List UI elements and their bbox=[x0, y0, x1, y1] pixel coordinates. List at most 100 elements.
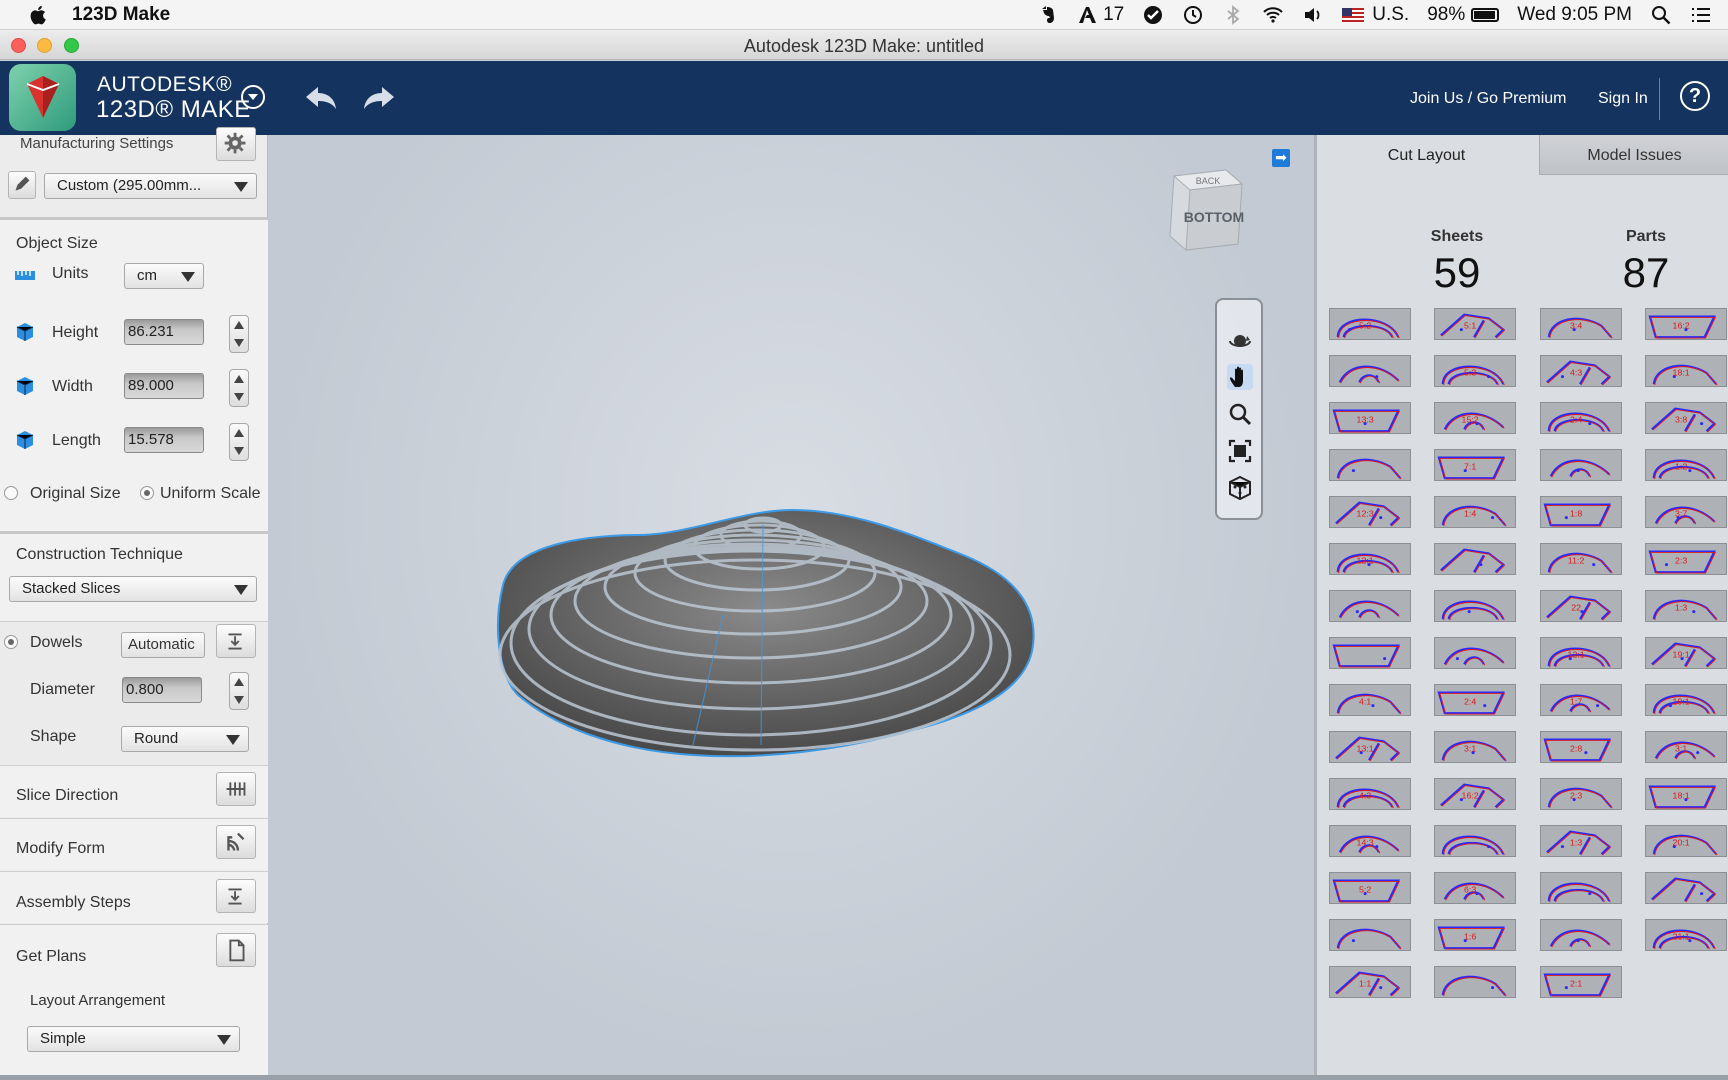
units-select[interactable]: cm bbox=[124, 263, 204, 289]
shape-select[interactable]: Round bbox=[121, 726, 249, 752]
sheet-thumbnail[interactable]: 6:3 bbox=[1434, 872, 1516, 904]
expand-panel-arrow-icon[interactable]: ➡ bbox=[1272, 149, 1290, 167]
sheet-thumbnail[interactable]: 11:2 bbox=[1540, 543, 1622, 575]
sheet-thumbnail[interactable]: 4:3 bbox=[1540, 355, 1622, 387]
width-input[interactable]: 89.000 bbox=[124, 373, 204, 399]
sheet-thumbnail[interactable]: 2:4 bbox=[1434, 684, 1516, 716]
sheet-thumbnail[interactable]: 12:3 bbox=[1329, 496, 1411, 528]
notification-center-icon[interactable] bbox=[1690, 4, 1712, 26]
layout-arrangement-select[interactable]: Simple bbox=[27, 1026, 240, 1052]
assembly-steps-button[interactable] bbox=[216, 879, 256, 913]
sheet-thumbnail[interactable]: 16:2 bbox=[1645, 308, 1727, 340]
sheet-thumbnail[interactable]: 13:1 bbox=[1329, 731, 1411, 763]
material-select[interactable]: Custom (295.00mm... bbox=[44, 173, 257, 199]
sheet-thumbnail[interactable] bbox=[1540, 919, 1622, 951]
uniform-scale-radio[interactable] bbox=[140, 486, 154, 500]
sheet-thumbnail[interactable]: 1:4 bbox=[1434, 496, 1516, 528]
sheet-thumbnail[interactable]: 2:3 bbox=[1540, 778, 1622, 810]
adobe-icon[interactable]: 17 bbox=[1077, 4, 1124, 26]
sheet-thumbnail[interactable]: 19:1 bbox=[1645, 684, 1727, 716]
sheet-thumbnail[interactable]: 14:3 bbox=[1329, 825, 1411, 857]
sheet-thumbnail[interactable] bbox=[1434, 637, 1516, 669]
sheet-thumbnail[interactable]: 15:2 bbox=[1434, 402, 1516, 434]
sheet-thumbnail[interactable] bbox=[1434, 590, 1516, 622]
sheet-thumbnail[interactable]: 2:3 bbox=[1645, 543, 1727, 575]
home-view-icon[interactable] bbox=[1227, 475, 1253, 501]
clock[interactable]: Wed 9:05 PM bbox=[1517, 4, 1632, 26]
sheet-thumbnail[interactable]: 1:8 bbox=[1540, 496, 1622, 528]
sheet-thumbnail[interactable]: 2:4 bbox=[1540, 402, 1622, 434]
sheet-thumbnail[interactable] bbox=[1329, 590, 1411, 622]
sheet-thumbnail[interactable]: 1:3 bbox=[1645, 590, 1727, 622]
sheet-thumbnail[interactable]: 20:1 bbox=[1645, 825, 1727, 857]
stacked-slices-model[interactable] bbox=[493, 505, 1038, 770]
sheet-thumbnail[interactable]: 18:1 bbox=[1645, 355, 1727, 387]
sheet-thumbnail[interactable]: 1:3 bbox=[1540, 825, 1622, 857]
sheet-thumbnail[interactable]: 3:8 bbox=[1645, 402, 1727, 434]
height-input[interactable]: 86.231 bbox=[124, 319, 204, 345]
viewcube[interactable]: BOTTOM BACK bbox=[1164, 164, 1246, 254]
apple-icon[interactable] bbox=[28, 4, 50, 26]
pan-icon[interactable] bbox=[1227, 364, 1253, 390]
manufacturing-settings-button[interactable] bbox=[216, 127, 256, 161]
sheet-thumbnail[interactable]: 1:7 bbox=[1540, 684, 1622, 716]
sheet-thumbnail[interactable] bbox=[1434, 543, 1516, 575]
help-icon[interactable]: ? bbox=[1680, 81, 1710, 111]
3d-viewport[interactable] bbox=[268, 135, 1314, 1075]
sheet-thumbnail[interactable]: 4:1 bbox=[1329, 684, 1411, 716]
length-stepper[interactable] bbox=[229, 423, 249, 461]
original-size-radio[interactable] bbox=[4, 486, 18, 500]
menu-app-name[interactable]: 123D Make bbox=[72, 4, 170, 26]
battery-status[interactable]: 98% bbox=[1427, 4, 1500, 26]
sheet-thumbnail[interactable]: 3:4 bbox=[1540, 308, 1622, 340]
construction-technique-select[interactable]: Stacked Slices bbox=[9, 576, 257, 602]
sheet-thumbnail[interactable]: 13:3 bbox=[1329, 402, 1411, 434]
time-machine-icon[interactable] bbox=[1182, 4, 1204, 26]
volume-icon[interactable] bbox=[1302, 4, 1324, 26]
spotlight-search-icon[interactable] bbox=[1650, 4, 1672, 26]
wifi-icon[interactable] bbox=[1262, 4, 1284, 26]
sheet-thumbnail[interactable]: 1:2 bbox=[1645, 449, 1727, 481]
sheet-thumbnail[interactable]: 22 bbox=[1540, 590, 1622, 622]
sheet-thumbnail[interactable] bbox=[1540, 872, 1622, 904]
sheet-thumbnail[interactable]: 16:2 bbox=[1434, 778, 1516, 810]
sheet-thumbnail[interactable]: 12:1 bbox=[1329, 543, 1411, 575]
diameter-stepper[interactable] bbox=[229, 672, 249, 710]
redo-icon[interactable] bbox=[358, 81, 398, 113]
sheet-thumbnail[interactable]: 5:2 bbox=[1329, 308, 1411, 340]
undo-icon[interactable] bbox=[302, 81, 342, 113]
sheet-thumbnail[interactable]: 19:1 bbox=[1645, 637, 1727, 669]
dowels-place-button[interactable] bbox=[216, 624, 256, 658]
slice-direction-button[interactable] bbox=[216, 772, 256, 806]
zoom-icon[interactable] bbox=[1227, 401, 1253, 427]
sheet-thumbnail[interactable]: 2:1 bbox=[1540, 966, 1622, 998]
sheet-thumbnail[interactable]: 18:1 bbox=[1645, 778, 1727, 810]
sheet-thumbnail[interactable] bbox=[1329, 637, 1411, 669]
tab-model-issues[interactable]: Model Issues bbox=[1539, 135, 1728, 175]
dowels-automatic-button[interactable]: Automatic bbox=[121, 632, 205, 658]
sheet-thumbnail[interactable]: 7:1 bbox=[1434, 449, 1516, 481]
get-plans-button[interactable] bbox=[216, 933, 256, 967]
sheet-thumbnail[interactable]: 5:3 bbox=[1434, 355, 1516, 387]
fit-view-icon[interactable] bbox=[1227, 438, 1253, 464]
sheet-thumbnail[interactable] bbox=[1540, 449, 1622, 481]
sheet-thumbnail[interactable]: 4:3 bbox=[1329, 778, 1411, 810]
sheet-thumbnail[interactable]: 12:1 bbox=[1540, 637, 1622, 669]
height-stepper[interactable] bbox=[229, 315, 249, 353]
sheet-thumbnail[interactable] bbox=[1329, 449, 1411, 481]
evernote-icon[interactable] bbox=[1037, 4, 1059, 26]
sheet-thumbnail[interactable]: 3:1 bbox=[1645, 731, 1727, 763]
sheet-thumbnail[interactable]: 1:1 bbox=[1329, 966, 1411, 998]
sheet-thumbnail[interactable]: 2:8 bbox=[1540, 731, 1622, 763]
sheet-thumbnail[interactable]: 5:1 bbox=[1434, 308, 1516, 340]
sheet-thumbnail[interactable]: 3:7 bbox=[1645, 496, 1727, 528]
tab-cut-layout[interactable]: Cut Layout bbox=[1317, 135, 1536, 175]
sheet-thumbnail[interactable]: 3:1 bbox=[1434, 731, 1516, 763]
orbit-icon[interactable] bbox=[1227, 328, 1253, 354]
app-menu-dropdown-icon[interactable] bbox=[241, 85, 265, 109]
bluetooth-icon[interactable] bbox=[1222, 4, 1244, 26]
sheet-thumbnail[interactable]: 1:6 bbox=[1434, 919, 1516, 951]
sheet-thumbnail[interactable] bbox=[1645, 872, 1727, 904]
input-source[interactable]: U.S. bbox=[1342, 4, 1409, 26]
sheet-thumbnail[interactable] bbox=[1434, 966, 1516, 998]
